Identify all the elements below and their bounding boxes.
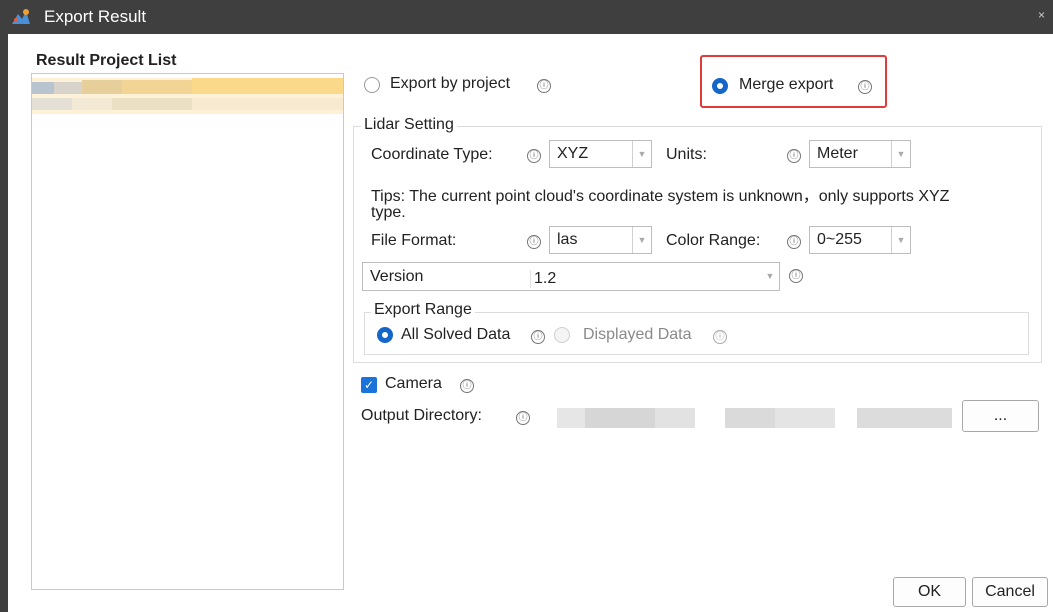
version-info-icon[interactable]: ⓘ — [789, 269, 803, 283]
coordinate-tip-line2: type. — [371, 204, 406, 221]
project-list[interactable] — [31, 73, 344, 590]
chevron-down-icon: ▼ — [632, 227, 651, 253]
browse-button[interactable]: ... — [962, 400, 1039, 432]
window-left-border — [0, 34, 8, 612]
output-directory-info-icon[interactable]: ⓘ — [516, 411, 530, 425]
window-titlebar: Export Result × — [0, 0, 1053, 34]
file-format-info-icon[interactable]: ⓘ — [527, 235, 541, 249]
camera-label: Camera — [385, 375, 442, 392]
cancel-button[interactable]: Cancel — [972, 577, 1048, 607]
displayed-data-label: Displayed Data — [583, 326, 692, 343]
export-by-project-label: Export by project — [390, 75, 511, 92]
merge-export-label: Merge export — [739, 76, 834, 93]
color-range-info-icon[interactable]: ⓘ — [787, 235, 801, 249]
coordinate-type-info-icon[interactable]: ⓘ — [527, 149, 541, 163]
merge-export-radio[interactable] — [712, 78, 728, 94]
coordinate-tip-line1: Tips: The current point cloud's coordina… — [371, 188, 950, 205]
all-solved-data-info-icon[interactable]: ⓘ — [531, 330, 545, 344]
chevron-down-icon: ▼ — [891, 227, 910, 253]
chevron-down-icon: ▼ — [632, 141, 651, 167]
units-info-icon[interactable]: ⓘ — [787, 149, 801, 163]
chevron-down-icon: ▼ — [891, 141, 910, 167]
file-format-label: File Format: — [371, 232, 457, 249]
displayed-data-info-icon[interactable]: ⓘ — [713, 330, 727, 344]
coordinate-type-label: Coordinate Type: — [371, 146, 493, 163]
coordinate-type-select[interactable]: XYZ ▼ — [549, 140, 652, 168]
camera-info-icon[interactable]: ⓘ — [460, 379, 474, 393]
color-range-select[interactable]: 0~255 ▼ — [809, 226, 911, 254]
all-solved-data-label: All Solved Data — [401, 326, 511, 343]
color-range-label: Color Range: — [666, 232, 761, 249]
merge-export-info-icon[interactable]: ⓘ — [858, 80, 872, 94]
export-by-project-radio[interactable] — [364, 77, 380, 93]
file-format-select[interactable]: las ▼ — [549, 226, 652, 254]
units-label: Units: — [666, 146, 707, 163]
units-select[interactable]: Meter ▼ — [809, 140, 911, 168]
version-select[interactable]: Version 1.2 ▼ — [362, 262, 780, 291]
displayed-data-radio[interactable] — [554, 327, 570, 343]
app-logo-icon — [12, 9, 30, 24]
output-directory-label: Output Directory: — [361, 407, 482, 424]
version-label: Version — [370, 268, 424, 285]
lidar-setting-title: Lidar Setting — [361, 116, 457, 134]
ok-button[interactable]: OK — [893, 577, 966, 607]
all-solved-data-radio[interactable] — [377, 327, 393, 343]
window-title: Export Result — [44, 7, 147, 26]
version-value: 1.2 — [530, 270, 556, 288]
export-range-title: Export Range — [371, 301, 475, 319]
export-by-project-info-icon[interactable]: ⓘ — [537, 79, 551, 93]
close-icon[interactable]: × — [1038, 8, 1045, 22]
project-list-title: Result Project List — [36, 52, 177, 69]
camera-checkbox[interactable]: ✓ — [361, 377, 377, 393]
project-list-item[interactable] — [32, 78, 343, 114]
chevron-down-icon: ▼ — [765, 271, 775, 281]
output-directory-field[interactable] — [545, 401, 955, 435]
